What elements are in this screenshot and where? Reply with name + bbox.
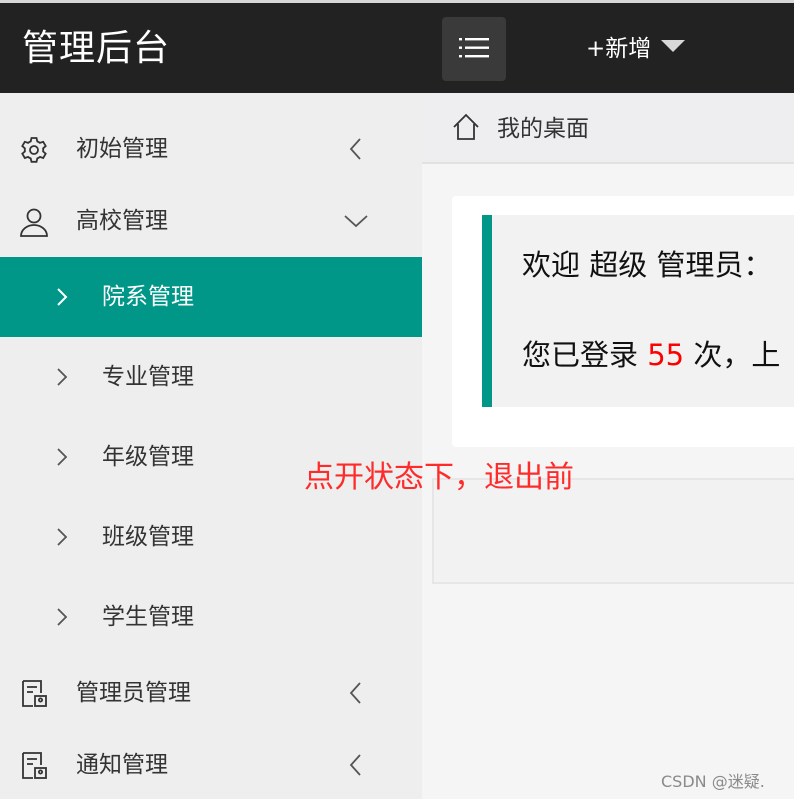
chevron-down-icon xyxy=(344,215,368,228)
app-logo: 管理后台 xyxy=(22,28,171,69)
login-prefix: 您已登录 xyxy=(522,338,648,372)
sidebar-item-label: 通知管理 xyxy=(76,752,168,778)
sidebar-subitem-label: 专业管理 xyxy=(102,364,194,390)
annotation-text: 点开状态下，退出前 xyxy=(304,460,574,495)
caret-down-icon xyxy=(661,39,686,52)
top-header: 管理后台 +新增 xyxy=(0,0,794,93)
chevron-right-icon xyxy=(57,528,68,546)
sidebar-subitem-department[interactable]: 院系管理 xyxy=(0,257,422,337)
tab-my-desktop[interactable]: 我的桌面 xyxy=(497,93,589,165)
id-card-icon xyxy=(22,680,47,707)
chevron-right-icon xyxy=(57,288,68,306)
sidebar-item-university[interactable]: 高校管理 xyxy=(0,185,422,257)
sidebar-subitem-student[interactable]: 学生管理 xyxy=(0,577,422,657)
chevron-left-icon xyxy=(349,754,361,776)
sidebar-item-init[interactable]: 初始管理 xyxy=(0,113,422,185)
sidebar-item-admin[interactable]: 管理员管理 xyxy=(0,657,422,729)
sidebar-item-label: 初始管理 xyxy=(76,136,168,162)
home-icon xyxy=(453,113,479,140)
gear-icon xyxy=(21,137,47,163)
chevron-right-icon xyxy=(57,368,68,386)
menu-icon xyxy=(459,38,489,58)
sidebar-subitem-label: 班级管理 xyxy=(102,524,194,550)
user-icon xyxy=(20,208,48,237)
login-count: 55 xyxy=(647,338,685,372)
sidebar-subitem-major[interactable]: 专业管理 xyxy=(0,337,422,417)
login-info: 您已登录 55 次，上 xyxy=(522,335,780,375)
welcome-greeting: 欢迎 超级 管理员： xyxy=(522,248,773,282)
add-new-dropdown[interactable]: +新增 xyxy=(586,31,686,67)
sidebar: 初始管理 高校管理 院系管理 专业管理 年级管理 班级管理 学生管理 管理员管理… xyxy=(0,93,422,799)
sidebar-subitem-label: 学生管理 xyxy=(102,604,194,630)
welcome-quote: 欢迎 超级 管理员： 您已登录 55 次，上 xyxy=(482,215,794,407)
sidebar-subitem-label: 院系管理 xyxy=(102,284,194,310)
watermark: CSDN @迷疑. xyxy=(661,772,765,791)
sidebar-item-label: 高校管理 xyxy=(76,208,168,234)
sidebar-item-label: 管理员管理 xyxy=(76,680,191,706)
add-new-label: +新增 xyxy=(586,36,652,62)
sidebar-item-notice[interactable]: 通知管理 xyxy=(0,729,422,799)
chevron-left-icon xyxy=(349,682,361,704)
sidebar-subitem-class[interactable]: 班级管理 xyxy=(0,497,422,577)
chevron-left-icon xyxy=(349,138,361,160)
chevron-right-icon xyxy=(57,448,68,466)
menu-toggle-button[interactable] xyxy=(442,17,506,81)
sidebar-subitem-label: 年级管理 xyxy=(102,444,194,470)
tab-bar: 我的桌面 xyxy=(422,93,794,164)
id-card-icon xyxy=(22,752,47,779)
login-suffix: 次，上 xyxy=(684,338,781,372)
chevron-right-icon xyxy=(57,608,68,626)
